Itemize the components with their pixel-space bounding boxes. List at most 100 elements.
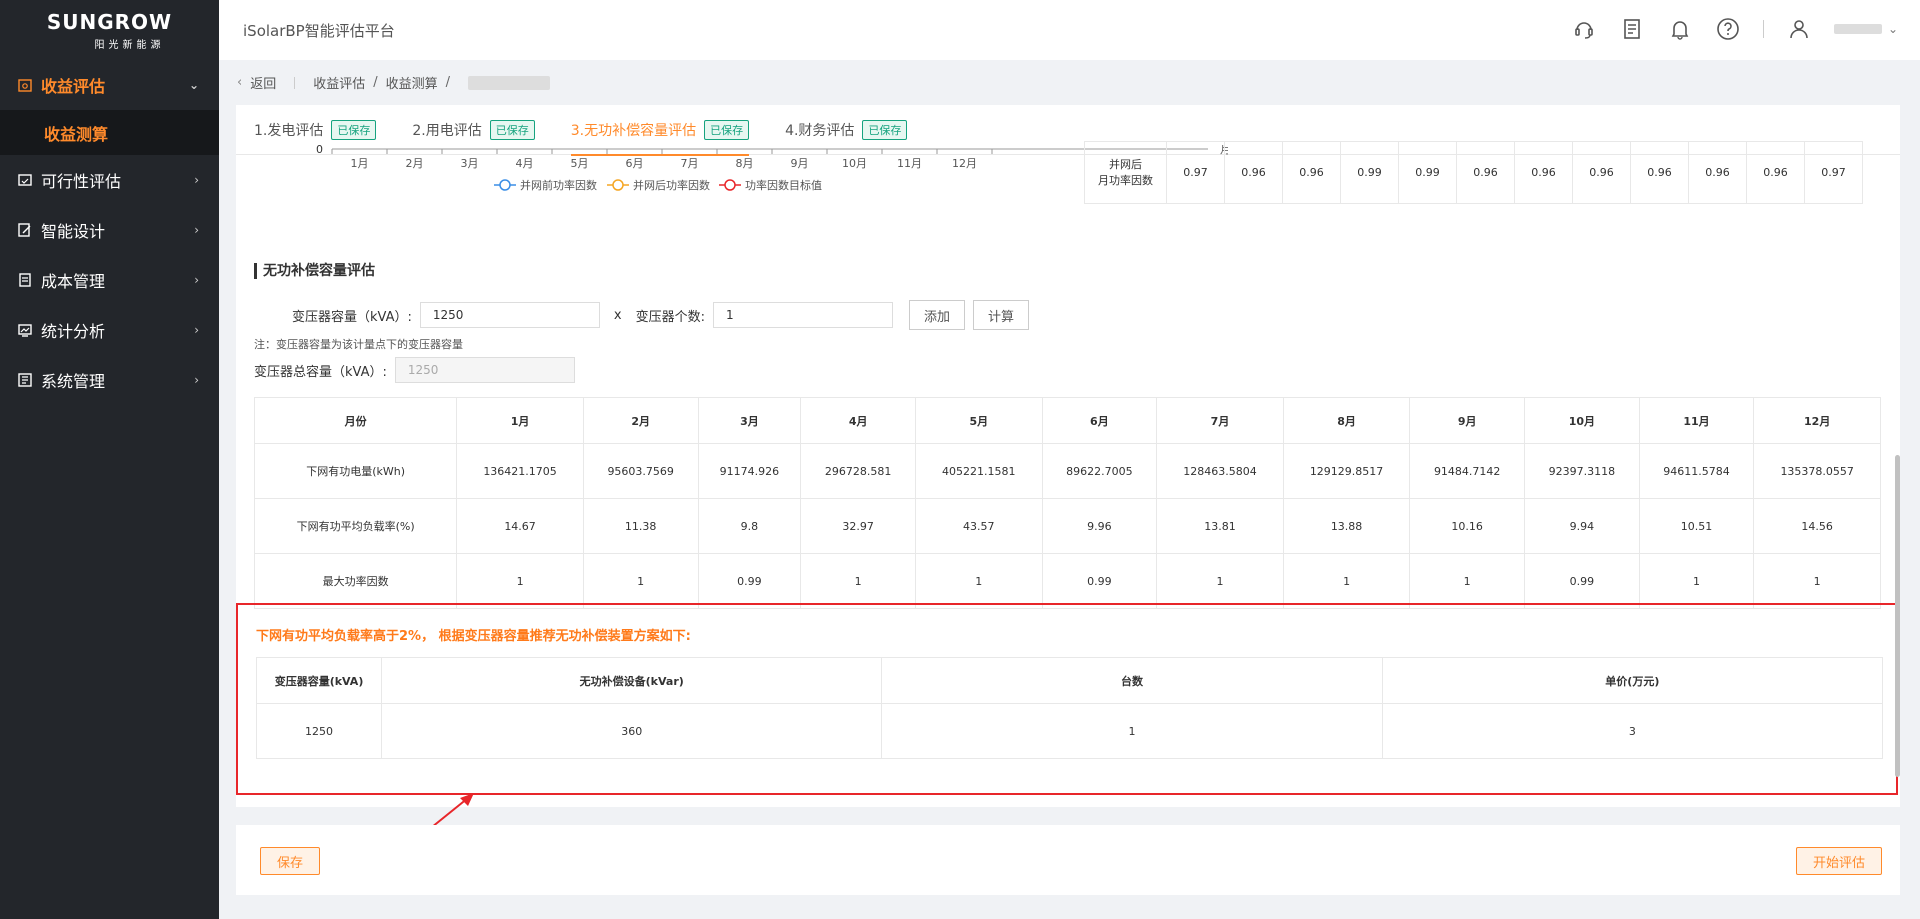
column-header: 6月 [1041,397,1158,444]
table-cell: 9.96 [1041,498,1158,554]
sidebar-item-system[interactable]: 系统管理 › [0,355,219,405]
x-tick-label: 10月 [842,157,867,170]
breadcrumb-level2[interactable]: 收益测算 [386,73,438,92]
table-cell: 10.16 [1409,498,1526,554]
column-header: 5月 [914,397,1043,444]
help-icon[interactable] [1715,16,1741,42]
table-cell: 128463.5804 [1156,443,1284,499]
table-row: 并网后 月功率因数 0.97 0.96 0.96 0.99 0.99 0.96 0.96 0.9… [1084,141,1863,204]
table-cell: 405221.1581 [914,443,1043,499]
brand-name: SUNGROW [46,9,173,34]
sidebar-item-label: 成本管理 [41,272,106,291]
footer-bar: 保存 开始评估 [236,825,1900,895]
table-cell: 下网有功平均负载率(%) [253,498,458,554]
pf-value-cell: 0.96 [1456,141,1515,204]
sidebar-item-label: 统计分析 [41,322,106,341]
table-cell: 0.99 [1524,553,1640,609]
pf-value-cell: 0.96 [1572,141,1631,204]
table-cell: 89622.7005 [1041,443,1158,499]
x-tick-label: 2月 [406,157,424,170]
scrollbar[interactable] [1895,455,1900,777]
total-capacity-label: 变压器总容量（kVA）: [254,364,387,380]
start-evaluation-button[interactable]: 开始评估 [1795,847,1882,875]
column-header: 变压器容量(kVA) [255,657,383,704]
breadcrumb-slash: / [373,75,378,90]
table-cell: 32.97 [800,498,916,554]
sidebar-subitem-revenue-calc[interactable]: 收益测算 [0,110,219,155]
platform-title: iSolarBP智能评估平台 [243,21,395,40]
column-header: 7月 [1156,397,1284,444]
table-cell: 92397.3118 [1524,443,1640,499]
breadcrumb-divider [294,76,296,89]
saved-badge: 已保存 [862,119,908,140]
x-tick-label: 8月 [736,157,754,170]
headset-icon[interactable] [1571,16,1597,42]
chevron-down-icon[interactable]: ⌄ [1888,22,1898,36]
table-row: 1250 360 1 3 [255,703,1884,759]
breadcrumb-level1[interactable]: 收益评估 [313,73,365,92]
table-cell: 129129.8517 [1282,443,1411,499]
system-icon [18,373,32,387]
table-cell: 11.38 [582,498,699,554]
x-tick-label: 4月 [516,157,534,170]
pf-value-cell: 0.97 [1166,141,1225,204]
column-header: 9月 [1409,397,1526,444]
chevron-down-icon: ⌄ [188,78,199,92]
legend-label: 功率因数目标值 [745,178,822,192]
chevron-right-icon: › [194,223,199,237]
sidebar-item-label: 收益评估 [41,77,106,96]
add-button[interactable]: 添加 [908,300,965,330]
column-header: 8月 [1282,397,1411,444]
table-cell: 1 [1282,553,1411,609]
table-row: 最大功率因数 1 1 0.99 1 1 0.99 1 1 1 0.99 1 1 [253,553,1881,609]
pf-value-cell: 0.96 [1630,141,1689,204]
legend-label: 并网后功率因数 [633,178,710,192]
pf-table-label: 并网后 月功率因数 [1084,141,1167,204]
saved-badge: 已保存 [331,119,377,140]
breadcrumb-current-redacted [468,75,551,90]
table-cell: 136421.1705 [456,443,584,499]
cost-icon [18,273,32,287]
user-name-redacted[interactable] [1833,24,1882,34]
column-header: 12月 [1753,397,1881,444]
table-cell: 9.8 [697,498,802,554]
count-input[interactable]: 1 [712,302,893,328]
stats-icon [18,323,32,337]
chevron-right-icon: › [194,373,199,387]
calculate-button[interactable]: 计算 [972,300,1029,330]
save-button[interactable]: 保存 [260,847,321,875]
sidebar-item-stats[interactable]: 统计分析 › [0,305,219,355]
table-cell: 3 [1381,703,1884,759]
sidebar-item-feasibility[interactable]: 可行性评估 › [0,155,219,205]
back-link[interactable]: ‹ 返回 [237,73,276,92]
column-header: 11月 [1638,397,1755,444]
table-cell: 下网有功电量(kWh) [253,443,458,499]
table-cell: 0.99 [1041,553,1158,609]
sidebar-item-cost[interactable]: 成本管理 › [0,255,219,305]
table-cell: 0.99 [697,553,802,609]
table-cell: 9.94 [1524,498,1640,554]
x-tick-label: 3月 [461,157,479,170]
capacity-label: 变压器容量（kVA）: [292,309,412,325]
section-title: 无功补偿容量评估 [254,263,375,279]
table-cell: 135378.0557 [1753,443,1881,499]
header-actions: ⌄ [1571,16,1898,42]
table-cell: 1 [456,553,584,609]
sidebar-item-label: 系统管理 [41,372,106,391]
column-header: 无功补偿设备(kVar) [381,657,883,704]
document-icon[interactable] [1619,16,1645,42]
table-header-row: 变压器容量(kVA) 无功补偿设备(kVar) 台数 单价(万元) [255,657,1884,704]
sidebar-item-design[interactable]: 智能设计 › [0,205,219,255]
table-cell: 91484.7142 [1409,443,1526,499]
capacity-input[interactable]: 1250 [419,302,600,328]
column-header: 台数 [881,657,1383,704]
sidebar-item-revenue[interactable]: 收益评估 ⌄ [0,60,219,110]
capacity-note: 注：变压器容量为该计量点下的变压器容量 [254,338,463,351]
design-icon [18,223,32,237]
user-icon[interactable] [1786,16,1812,42]
chevron-right-icon: › [194,273,199,287]
table-cell: 43.57 [914,498,1043,554]
recommendation-message: 下网有功平均负载率高于2%， 根据变压器容量推荐无功补偿装置方案如下: [256,629,691,644]
sidebar: SUNGROW 阳光新能源 收益评估 ⌄ 收益测算 可行性评估 › 智能设计 ›… [0,0,219,919]
bell-icon[interactable] [1667,16,1693,42]
